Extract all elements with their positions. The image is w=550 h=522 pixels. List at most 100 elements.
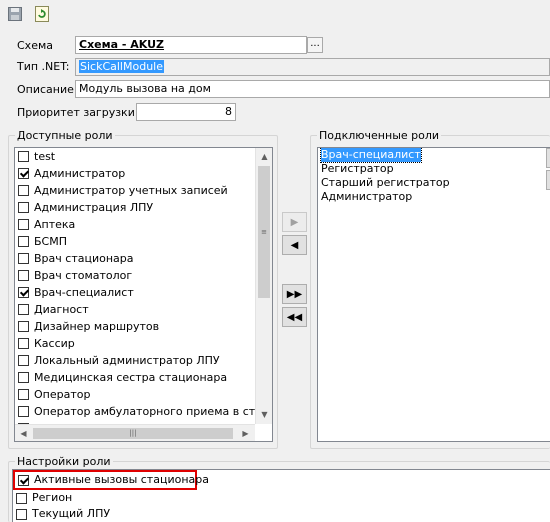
role-checkbox[interactable]: [18, 372, 29, 383]
list-item-label: Оператор: [34, 388, 91, 401]
schema-label: Схема: [17, 39, 53, 52]
list-item[interactable]: Врач-специалист: [15, 284, 255, 301]
role-checkbox[interactable]: [18, 236, 29, 247]
list-item[interactable]: Дизайнер маршрутов: [15, 318, 255, 335]
connected-side-button-2[interactable]: [546, 170, 550, 190]
list-item-label: Диагност: [34, 303, 89, 316]
role-checkbox[interactable]: [18, 287, 29, 298]
save-button[interactable]: [6, 5, 24, 23]
list-item[interactable]: Оператор амбулаторного приема в стациона…: [15, 403, 272, 420]
role-checkbox[interactable]: [18, 355, 29, 366]
type-label: Тип .NET:: [17, 60, 70, 73]
available-roles-title: Доступные роли: [17, 129, 113, 142]
vertical-scrollbar[interactable]: ▲ ≡ ▼: [255, 148, 272, 424]
scroll-down-icon[interactable]: ▼: [256, 406, 272, 423]
list-item[interactable]: Регистратор: [318, 162, 550, 176]
toolbar: [0, 0, 550, 28]
role-checkbox[interactable]: [18, 168, 29, 179]
list-item[interactable]: Врач-специалист: [318, 148, 550, 163]
list-item[interactable]: Администратор: [318, 190, 550, 204]
list-item[interactable]: БСМП: [15, 233, 255, 250]
refresh-icon: [35, 6, 49, 22]
role-checkbox[interactable]: [18, 253, 29, 264]
role-checkbox[interactable]: [18, 185, 29, 196]
role-checkbox[interactable]: [18, 406, 29, 417]
list-item[interactable]: Врач стационара: [15, 250, 255, 267]
list-item-label: Дизайнер маршрутов: [34, 320, 160, 333]
description-field[interactable]: Модуль вызова на дом: [75, 80, 550, 98]
list-item-label: Старший регистратор: [321, 176, 450, 189]
highlighted-setting[interactable]: Активные вызовы стационара: [13, 470, 209, 490]
list-item-label: Врач-специалист: [320, 148, 422, 163]
list-item[interactable]: Администрация ЛПУ: [15, 199, 255, 216]
list-item[interactable]: Администратор: [15, 165, 255, 182]
connected-roles-title: Подключенные роли: [319, 129, 440, 142]
list-item[interactable]: Аптека: [15, 216, 255, 233]
role-checkbox[interactable]: [18, 304, 29, 315]
remove-role-button[interactable]: ◀: [282, 235, 307, 255]
scroll-thumb[interactable]: ≡: [258, 166, 270, 298]
list-item-label: test: [34, 150, 56, 163]
list-item-label: Кассир: [34, 337, 75, 350]
list-item-label: Регион: [32, 491, 73, 504]
role-checkbox[interactable]: [18, 151, 29, 162]
list-item[interactable]: Врач стоматолог: [15, 267, 255, 284]
connected-roles-list[interactable]: Врач-специалист Регистратор Старший регист…: [317, 147, 550, 442]
role-checkbox[interactable]: [18, 219, 29, 230]
list-item[interactable]: Администратор учетных записей: [15, 182, 255, 199]
connected-side-button[interactable]: [546, 148, 550, 168]
list-item[interactable]: Медицинская сестра стационара: [15, 369, 255, 386]
role-checkbox[interactable]: [18, 202, 29, 213]
list-item-label: Врач стоматолог: [34, 269, 133, 282]
setting-checkbox[interactable]: [16, 508, 27, 520]
list-item[interactable]: Регион: [13, 490, 549, 506]
list-item-label: Администрация ЛПУ: [34, 201, 154, 214]
list-item-label: Оператор амбулаторного приема в стациона…: [34, 405, 272, 418]
list-item[interactable]: Оператор: [15, 386, 255, 403]
available-roles-list[interactable]: test Администратор Администратор учетных з…: [14, 147, 273, 442]
list-item-label: Медицинская сестра стационара: [34, 371, 228, 384]
remove-all-roles-button[interactable]: ◀◀: [282, 307, 307, 327]
list-item-label: Локальный администратор ЛПУ: [34, 354, 220, 367]
list-item-label: Администратор: [34, 167, 126, 180]
add-all-roles-button[interactable]: ▶▶: [282, 284, 307, 304]
list-item[interactable]: Локальный администратор ЛПУ: [15, 352, 255, 369]
role-settings-title: Настройки роли: [17, 455, 111, 468]
setting-checkbox[interactable]: [16, 492, 27, 504]
description-label: Описание:: [17, 83, 78, 96]
role-checkbox[interactable]: [18, 270, 29, 281]
scroll-right-icon[interactable]: ▶: [237, 425, 254, 441]
list-item-label: Администратор: [321, 190, 413, 203]
role-checkbox[interactable]: [18, 321, 29, 332]
scroll-up-icon[interactable]: ▲: [256, 148, 272, 165]
schema-field[interactable]: Схема - AKUZ: [75, 36, 307, 54]
list-item-label: Администратор учетных записей: [34, 184, 228, 197]
list-item-label: Аптека: [34, 218, 76, 231]
list-item-label: БСМП: [34, 235, 67, 248]
save-icon: [8, 7, 22, 21]
priority-label: Приоритет загрузки:: [17, 106, 139, 119]
type-value: SickCallModule: [79, 60, 164, 73]
horizontal-scrollbar[interactable]: ◀ ||| ▶: [15, 424, 255, 441]
add-role-button[interactable]: ▶: [282, 212, 307, 232]
role-checkbox[interactable]: [18, 338, 29, 349]
hscroll-thumb[interactable]: |||: [33, 428, 233, 439]
schema-browse-button[interactable]: ...: [307, 37, 323, 53]
list-item[interactable]: test: [15, 148, 255, 165]
list-item[interactable]: Кассир: [15, 335, 255, 352]
role-settings-list[interactable]: Активные вызовы стационара Регион Текущий …: [12, 469, 550, 522]
list-item[interactable]: Старший регистратор: [318, 176, 550, 190]
refresh-button[interactable]: [33, 5, 51, 23]
list-item-label: Регистратор: [321, 162, 394, 175]
type-field[interactable]: SickCallModule: [75, 58, 550, 76]
list-item[interactable]: Текущий ЛПУ: [13, 506, 549, 522]
role-checkbox[interactable]: [18, 389, 29, 400]
list-item-label: Активные вызовы стационара: [34, 473, 209, 486]
list-item-label: Текущий ЛПУ: [32, 507, 111, 520]
scroll-left-icon[interactable]: ◀: [15, 425, 32, 441]
list-item[interactable]: Диагност: [15, 301, 255, 318]
setting-checkbox[interactable]: [18, 474, 29, 486]
priority-field[interactable]: 8: [136, 103, 236, 121]
list-item-label: Врач-специалист: [34, 286, 134, 299]
list-item-label: Врач стационара: [34, 252, 134, 265]
